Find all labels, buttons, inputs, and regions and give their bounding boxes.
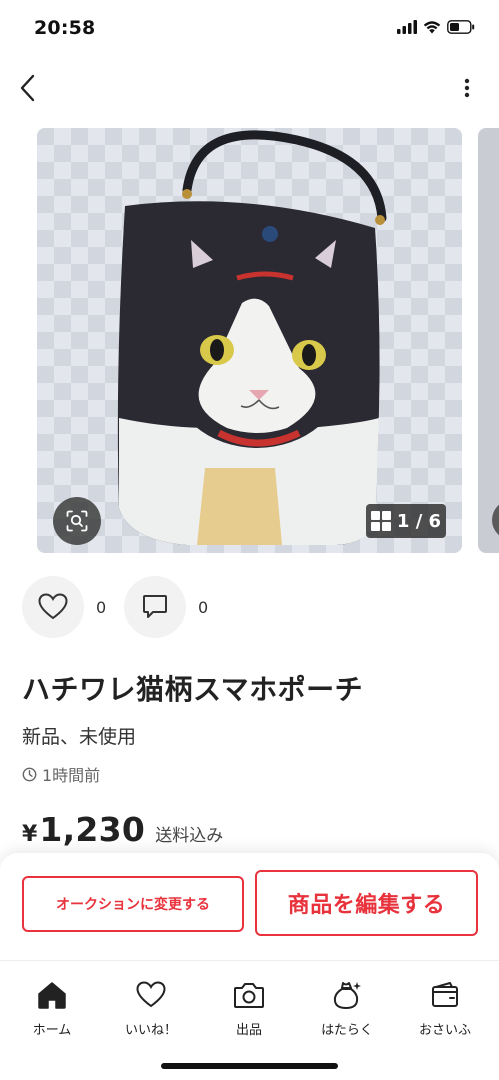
image-search-button[interactable]: [53, 497, 101, 545]
money-bag-icon: [330, 979, 364, 1011]
image-carousel[interactable]: 1 / 6: [0, 128, 499, 553]
home-icon: [35, 979, 69, 1011]
status-bar: 20:58: [0, 0, 499, 56]
item-condition: 新品、未使用: [22, 726, 137, 748]
comment-count: 0: [198, 597, 209, 617]
wifi-icon: [423, 21, 441, 34]
tab-wallet[interactable]: おさいふ: [400, 979, 490, 1038]
change-to-auction-button[interactable]: オークションに変更する: [22, 876, 244, 932]
tab-bar: ホーム いいね！ 出品 はたらく おさいふ: [0, 960, 499, 1080]
heart-icon: [134, 979, 168, 1011]
status-icons: [397, 20, 475, 34]
tab-sell-label: 出品: [235, 1023, 262, 1038]
price-currency: ¥: [22, 822, 38, 847]
tab-likes-label: いいね！: [124, 1023, 177, 1038]
product-image: [37, 128, 462, 553]
posted-time: 1時間前: [22, 762, 100, 786]
tab-work[interactable]: はたらく: [302, 979, 392, 1038]
next-photo-peek[interactable]: [478, 128, 499, 553]
grid-icon: [370, 511, 391, 531]
like-button[interactable]: [22, 576, 84, 638]
edit-item-button[interactable]: 商品を編集する: [255, 870, 478, 936]
page-indicator-text: 1 / 6: [396, 510, 442, 532]
camera-icon: [232, 979, 266, 1011]
signal-icon: [397, 20, 417, 34]
like-count: 0: [96, 597, 107, 617]
chevron-left-icon: [20, 74, 35, 102]
image-search-icon: [66, 510, 88, 532]
shipping-note: 送料込み: [155, 826, 224, 846]
home-indicator: [161, 1063, 338, 1069]
comment-button[interactable]: [124, 576, 186, 638]
heart-icon: [38, 593, 68, 620]
tab-sell[interactable]: 出品: [204, 979, 294, 1038]
tab-likes[interactable]: いいね！: [106, 979, 196, 1038]
wallet-icon: [428, 979, 462, 1011]
tab-home-label: ホーム: [32, 1023, 72, 1038]
tab-home[interactable]: ホーム: [7, 979, 97, 1038]
back-button[interactable]: [12, 70, 42, 106]
action-panel: オークションに変更する 商品を編集する: [0, 853, 499, 960]
status-time: 20:58: [34, 17, 96, 39]
product-photo[interactable]: [37, 128, 462, 553]
photo-page-indicator[interactable]: 1 / 6: [366, 504, 446, 538]
reaction-row: 0 0: [22, 576, 226, 638]
price-row: ¥ 1,230 送料込み: [22, 810, 223, 849]
nav-bar: [0, 60, 499, 116]
next-photo-zoom-button: [492, 500, 499, 540]
more-menu-button[interactable]: [457, 72, 477, 104]
posted-time-text: 1時間前: [42, 766, 101, 785]
tab-wallet-label: おさいふ: [418, 1023, 471, 1038]
tab-work-label: はたらく: [321, 1023, 373, 1038]
comment-icon: [143, 595, 167, 618]
more-vertical-icon: [464, 78, 470, 98]
battery-icon: [447, 20, 475, 34]
price-value: 1,230: [39, 810, 146, 849]
item-title: ハチワレ猫柄スマホポーチ: [22, 673, 364, 706]
clock-icon: [22, 767, 37, 781]
